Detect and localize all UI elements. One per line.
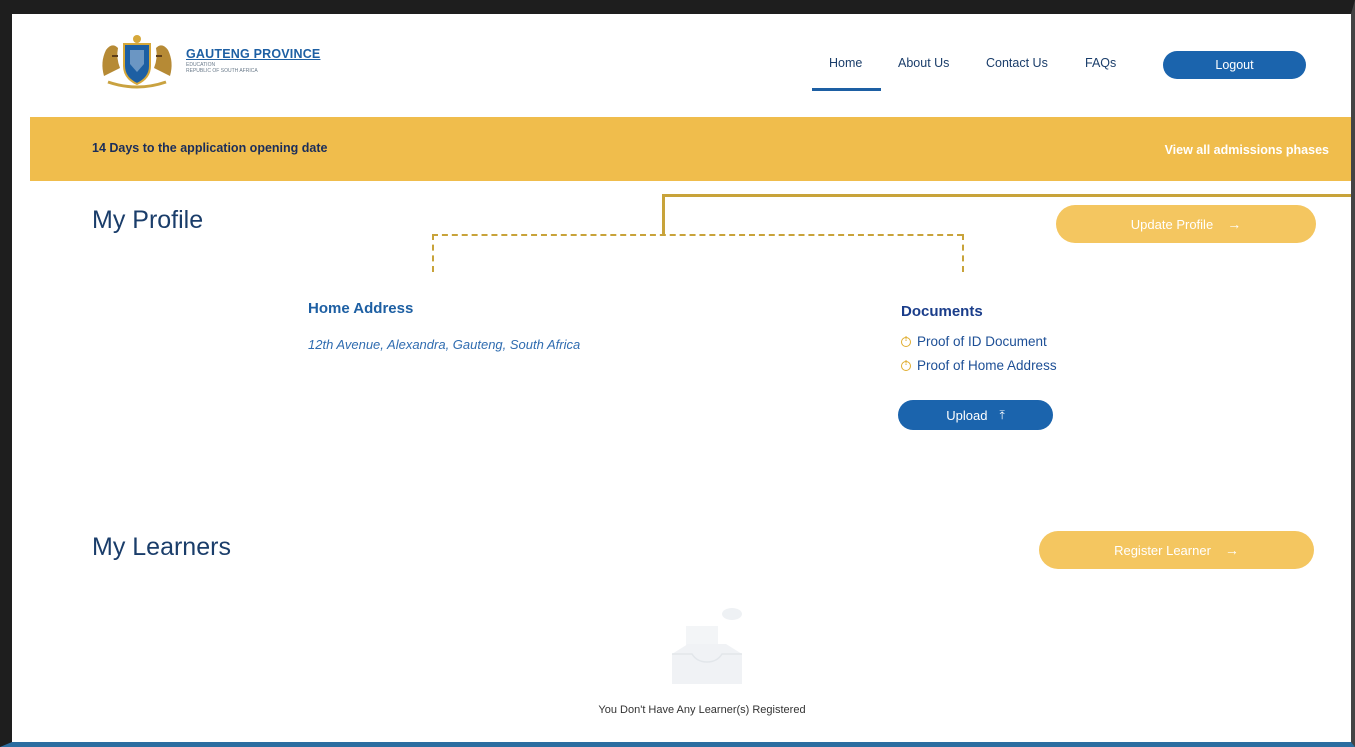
connector-line [662,194,665,234]
view-phases-link[interactable]: View all admissions phases [1165,143,1329,157]
register-learner-label: Register Learner [1114,542,1211,558]
nav-contact-us[interactable]: Contact Us [986,56,1048,70]
home-address-value: 12th Avenue, Alexandra, Gauteng, South A… [308,337,581,352]
connector-line [662,194,1351,197]
document-item: Proof of ID Document [901,334,1047,349]
page: GAUTENG PROVINCE EDUCATION REPUBLIC OF S… [12,14,1351,742]
logout-button[interactable]: Logout [1163,51,1306,79]
home-address-title: Home Address [308,300,414,317]
update-profile-button[interactable]: Update Profile → [1056,205,1316,243]
warning-circle-icon [901,360,911,371]
arrow-right-icon: → [1227,216,1242,232]
upload-label: Upload [946,407,988,423]
coat-of-arms-icon [102,35,172,89]
logo-subtitle: EDUCATION [186,61,216,68]
upload-button[interactable]: Upload ⤒ [898,400,1053,430]
learners-heading: My Learners [92,533,231,561]
logo-text: GAUTENG PROVINCE EDUCATION REPUBLIC OF S… [186,48,320,74]
logo-title: GAUTENG PROVINCE [186,47,321,62]
nav-faqs[interactable]: FAQs [1085,56,1116,70]
connector-dashed-line [962,234,964,272]
countdown-text: 14 Days to the application opening date [92,141,328,155]
warning-circle-icon [901,336,911,347]
connector-dashed-line [432,234,434,272]
upload-icon: ⤒ [999,407,1005,422]
document-item: Proof of Home Address [901,358,1057,373]
update-profile-label: Update Profile [1130,216,1214,232]
connector-dashed-line [432,234,963,236]
register-learner-button[interactable]: Register Learner → [1039,531,1314,569]
document-label: Proof of Home Address [917,358,1057,373]
empty-inbox-icon [672,608,742,684]
profile-heading: My Profile [92,206,204,234]
site-logo[interactable]: GAUTENG PROVINCE EDUCATION REPUBLIC OF S… [94,32,320,90]
empty-state-message: You Don't Have Any Learner(s) Registered [598,704,806,716]
logo-subtitle-country: REPUBLIC OF SOUTH AFRICA [186,67,258,74]
nav-about-us[interactable]: About Us [898,56,949,70]
countdown-banner: 14 Days to the application opening date … [30,117,1351,181]
nav-active-indicator [812,88,881,91]
arrow-right-icon: → [1224,542,1239,558]
nav-home[interactable]: Home [829,56,862,70]
documents-title: Documents [901,303,983,320]
document-label: Proof of ID Document [917,334,1047,349]
